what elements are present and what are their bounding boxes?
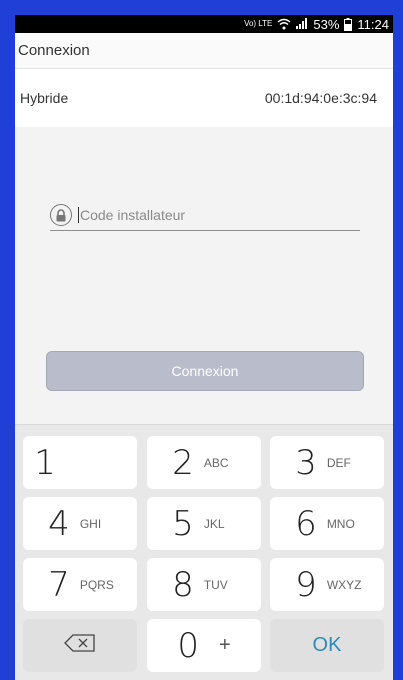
key-9[interactable]: 9 WXYZ	[270, 558, 384, 611]
backspace-key[interactable]	[23, 619, 137, 672]
key-8[interactable]: 8 TUV	[147, 558, 261, 611]
key-4[interactable]: 4 GHI	[23, 497, 137, 550]
installer-code-input[interactable]	[78, 207, 360, 223]
key-letters: JKL	[203, 516, 225, 531]
signal-icon	[296, 18, 308, 30]
volte-indicator: Vo) LTE	[244, 19, 273, 28]
key-2[interactable]: 2 ABC	[147, 436, 261, 489]
ok-key[interactable]: OK	[270, 619, 384, 672]
app-header: Connexion	[15, 33, 393, 69]
battery-icon	[344, 17, 353, 31]
key-digit: 3	[295, 442, 317, 483]
device-name: Hybride	[20, 90, 69, 106]
key-digit: 5	[172, 503, 194, 544]
key-letters: GHI	[79, 516, 102, 531]
key-letters: PQRS	[79, 577, 114, 592]
key-digit: 4	[48, 503, 70, 544]
key-3[interactable]: 3 DEF	[270, 436, 384, 489]
key-7[interactable]: 7 PQRS	[23, 558, 137, 611]
key-5[interactable]: 5 JKL	[147, 497, 261, 550]
page-title: Connexion	[18, 42, 90, 59]
key-digit: 7	[48, 564, 70, 605]
key-digit: 2	[172, 442, 194, 483]
battery-percent: 53%	[313, 16, 340, 32]
login-button-label: Connexion	[171, 363, 239, 379]
key-plus-symbol: +	[218, 634, 231, 656]
key-letters: MNO	[326, 516, 355, 531]
backspace-icon	[63, 633, 97, 658]
key-digit: 9	[295, 564, 317, 605]
clock: 11:24	[357, 16, 389, 32]
key-0[interactable]: 0 +	[147, 619, 261, 672]
key-digit: 0	[177, 625, 199, 666]
key-1[interactable]: 1	[23, 436, 137, 489]
lock-icon	[50, 204, 72, 226]
key-letters: WXYZ	[326, 577, 362, 592]
key-digit: 6	[295, 503, 317, 544]
wifi-icon	[277, 18, 291, 30]
key-digit: 8	[172, 564, 194, 605]
key-6[interactable]: 6 MNO	[270, 497, 384, 550]
installer-code-field[interactable]	[50, 200, 360, 231]
status-bar: Vo) LTE 53% 11:24	[15, 15, 393, 33]
key-letters: ABC	[203, 455, 229, 470]
app-screen: Vo) LTE 53% 11:24 Connexion Hybride 00:1…	[15, 15, 393, 680]
numeric-keypad: 1 2 ABC 3 DEF 4 GHI 5 JKL 6 MNO 7 PQRS 8…	[15, 424, 393, 680]
device-mac-address: 00:1d:94:0e:3c:94	[264, 90, 377, 106]
key-digit: 1	[34, 442, 56, 483]
key-letters: TUV	[203, 577, 228, 592]
device-row: Hybride 00:1d:94:0e:3c:94	[15, 69, 393, 127]
login-button[interactable]: Connexion	[46, 351, 364, 391]
key-letters: DEF	[326, 455, 351, 470]
ok-label: OK	[312, 634, 342, 656]
